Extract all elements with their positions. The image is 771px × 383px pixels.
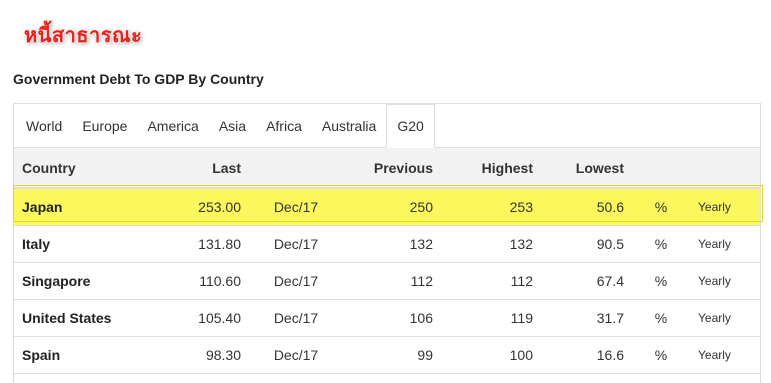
date-cell: Dec/17 (249, 262, 343, 300)
country-cell[interactable]: United States (14, 299, 154, 337)
tab-australia[interactable]: Australia (312, 104, 386, 147)
last-cell: 131.80 (154, 225, 249, 263)
frequency-cell: Yearly (690, 188, 760, 226)
previous-cell: 132 (343, 225, 441, 263)
unit-cell: % (632, 299, 690, 337)
column-header-lowest[interactable]: Lowest (541, 148, 632, 189)
date-cell: Dec/17 (249, 336, 343, 374)
column-header-date (249, 148, 343, 189)
highest-cell: 100 (441, 336, 541, 374)
debt-table-panel: World Europe America Asia Africa Austral… (13, 103, 761, 383)
highest-cell: 119 (441, 299, 541, 337)
unit-cell: % (632, 262, 690, 300)
unit-cell: % (632, 225, 690, 263)
thai-overlay-label: หนี้สาธารณะ (24, 23, 143, 47)
tab-africa[interactable]: Africa (256, 104, 312, 147)
lowest-cell: 31.7 (541, 299, 632, 337)
last-cell: 105.40 (154, 299, 249, 337)
column-header-last[interactable]: Last (154, 148, 249, 189)
country-cell[interactable]: Japan (14, 188, 154, 226)
table-header-row: Country Last Previous Highest Lowest (14, 148, 760, 189)
country-cell[interactable]: Spain (14, 336, 154, 374)
page-title: Government Debt To GDP By Country (13, 71, 264, 87)
tab-g20[interactable]: G20 (386, 104, 435, 148)
column-header-frequency (690, 148, 760, 189)
previous-cell: 106 (343, 299, 441, 337)
frequency-cell: Yearly (690, 336, 760, 374)
column-header-highest[interactable]: Highest (441, 148, 541, 189)
previous-cell: 112 (343, 262, 441, 300)
region-tabs: World Europe America Asia Africa Austral… (14, 104, 760, 148)
column-header-country[interactable]: Country (14, 148, 154, 189)
highest-cell: 132 (441, 225, 541, 263)
column-header-unit (632, 148, 690, 189)
highest-cell: 253 (441, 188, 541, 226)
debt-table: Country Last Previous Highest Lowest Jap… (14, 148, 760, 374)
lowest-cell: 50.6 (541, 188, 632, 226)
date-cell: Dec/17 (249, 299, 343, 337)
previous-cell: 250 (343, 188, 441, 226)
frequency-cell: Yearly (690, 262, 760, 300)
country-cell[interactable]: Italy (14, 225, 154, 263)
column-header-previous[interactable]: Previous (343, 148, 441, 189)
lowest-cell: 67.4 (541, 262, 632, 300)
last-cell: 110.60 (154, 262, 249, 300)
table-row-singapore[interactable]: Singapore 110.60 Dec/17 112 112 67.4 % Y… (14, 262, 760, 300)
table-row-united-states[interactable]: United States 105.40 Dec/17 106 119 31.7… (14, 299, 760, 337)
frequency-cell: Yearly (690, 225, 760, 263)
table-row-spain[interactable]: Spain 98.30 Dec/17 99 100 16.6 % Yearly (14, 336, 760, 374)
tab-america[interactable]: America (137, 104, 208, 147)
previous-cell: 99 (343, 336, 441, 374)
last-cell: 98.30 (154, 336, 249, 374)
date-cell: Dec/17 (249, 188, 343, 226)
unit-cell: % (632, 336, 690, 374)
unit-cell: % (632, 188, 690, 226)
frequency-cell: Yearly (690, 299, 760, 337)
date-cell: Dec/17 (249, 225, 343, 263)
lowest-cell: 16.6 (541, 336, 632, 374)
table-row-japan[interactable]: Japan 253.00 Dec/17 250 253 50.6 % Yearl… (14, 188, 760, 226)
country-cell[interactable]: Singapore (14, 262, 154, 300)
lowest-cell: 90.5 (541, 225, 632, 263)
tab-asia[interactable]: Asia (209, 104, 256, 147)
highest-cell: 112 (441, 262, 541, 300)
last-cell: 253.00 (154, 188, 249, 226)
table-row-italy[interactable]: Italy 131.80 Dec/17 132 132 90.5 % Yearl… (14, 225, 760, 263)
tab-world[interactable]: World (16, 104, 72, 147)
tab-europe[interactable]: Europe (72, 104, 137, 147)
